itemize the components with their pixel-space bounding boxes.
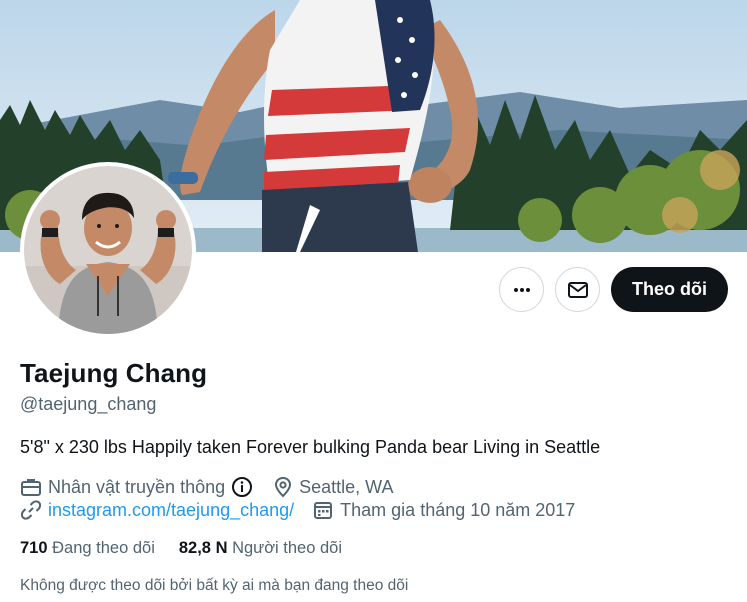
profile-actions: Theo dõi bbox=[499, 267, 728, 312]
info-button[interactable] bbox=[231, 476, 259, 498]
more-horizontal-icon bbox=[513, 287, 530, 292]
envelope-icon bbox=[567, 281, 588, 298]
calendar-icon bbox=[314, 502, 333, 519]
profile-location-label: Seattle, WA bbox=[299, 476, 394, 497]
profile-website[interactable]: instagram.com/taejung_chang/ bbox=[20, 499, 294, 521]
more-options-button[interactable] bbox=[499, 267, 544, 312]
message-button[interactable] bbox=[555, 267, 600, 312]
followers-link[interactable]: 82,8 N Người theo dõi bbox=[179, 539, 342, 558]
briefcase-icon bbox=[21, 479, 41, 496]
profile-website-link[interactable]: instagram.com/taejung_chang/ bbox=[48, 500, 294, 521]
profile-avatar[interactable] bbox=[20, 162, 196, 338]
display-name: Taejung Chang bbox=[20, 358, 208, 388]
link-icon bbox=[20, 500, 42, 520]
followers-label: Người theo dõi bbox=[232, 539, 343, 557]
user-handle: @taejung_chang bbox=[20, 394, 157, 414]
location-pin-icon bbox=[275, 476, 292, 498]
following-count: 710 bbox=[20, 539, 53, 557]
info-icon bbox=[232, 477, 253, 497]
follow-button[interactable]: Theo dõi bbox=[611, 267, 728, 312]
profile-joined-label: Tham gia tháng 10 năm 2017 bbox=[340, 499, 576, 520]
profile-location: Seattle, WA bbox=[273, 476, 394, 498]
profile-stats: 710 Đang theo dõi 82,8 N Người theo dõi bbox=[20, 539, 342, 558]
profile-meta-row-1: Nhân vật truyền thông Seattle, WA bbox=[20, 476, 394, 498]
profile-meta-row-2: instagram.com/taejung_chang/ Tham gia th… bbox=[20, 499, 575, 521]
followed-by-note: Không được theo dõi bởi bất kỳ ai mà bạn… bbox=[20, 577, 409, 594]
following-link[interactable]: 710 Đang theo dõi bbox=[20, 539, 155, 558]
profile-category: Nhân vật truyền thông bbox=[20, 476, 225, 498]
followers-count: 82,8 N bbox=[178, 539, 233, 557]
profile-category-label: Nhân vật truyền thông bbox=[48, 476, 226, 497]
following-label: Đang theo dõi bbox=[52, 539, 155, 557]
profile-bio: 5'8" x 230 lbs Happily taken Forever bul… bbox=[20, 437, 601, 457]
profile-joined-date: Tham gia tháng 10 năm 2017 bbox=[312, 499, 575, 521]
